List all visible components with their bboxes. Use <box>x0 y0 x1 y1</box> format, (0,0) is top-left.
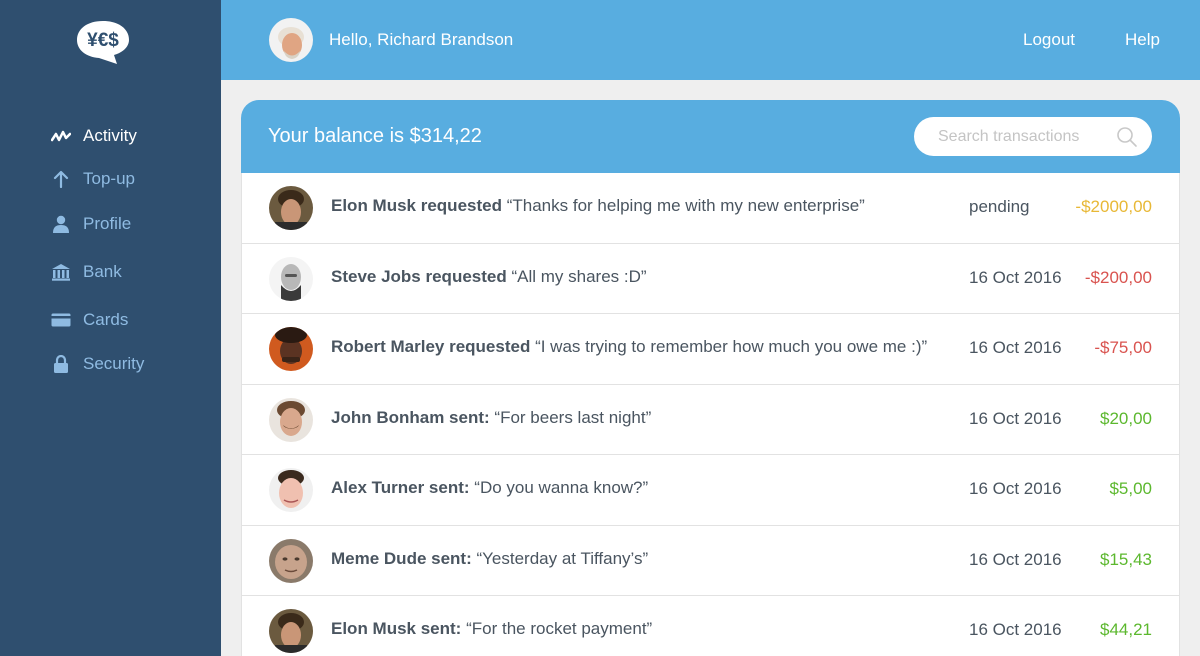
transaction-amount: $5,00 <box>1109 479 1152 498</box>
transaction-description: Meme Dude sent: “Yesterday at Tiffany’s” <box>331 549 648 569</box>
transaction-status: 16 Oct 2016 <box>969 620 1062 639</box>
sidebar-item-activity[interactable]: Activity <box>50 121 137 151</box>
transaction-row[interactable]: Elon Musk requested “Thanks for helping … <box>242 173 1179 244</box>
sidebar-item-label: Cards <box>83 310 129 329</box>
transaction-description: Steve Jobs requested “All my shares :D” <box>331 267 647 287</box>
transaction-amount: $15,43 <box>1100 549 1152 569</box>
transaction-message: “Thanks for helping me with my new enter… <box>506 196 865 215</box>
transaction-amount: -$2000,00 <box>1075 197 1152 216</box>
card-icon <box>50 309 72 331</box>
logout-link[interactable]: Logout <box>1023 30 1075 50</box>
transaction-status: 16 Oct 2016 <box>969 408 1062 428</box>
transaction-name: John Bonham sent: <box>331 407 490 427</box>
avatar <box>269 186 313 230</box>
transaction-message: “All my shares :D” <box>511 266 647 286</box>
balance-text: Your balance is $314,22 <box>268 125 482 147</box>
transaction-row[interactable]: Meme Dude sent: “Yesterday at Tiffany’s”… <box>242 526 1179 596</box>
transaction-row[interactable]: Alex Turner sent: “Do you wanna know?” 1… <box>242 455 1179 526</box>
search-icon[interactable] <box>1116 126 1138 148</box>
transaction-description: Elon Musk requested “Thanks for helping … <box>331 196 865 216</box>
transaction-status: 16 Oct 2016 <box>969 338 1062 357</box>
transaction-name: Elon Musk requested <box>331 196 502 215</box>
transaction-amount: $44,21 <box>1100 620 1152 639</box>
sidebar-item-label: Activity <box>83 126 137 145</box>
avatar[interactable] <box>269 18 313 62</box>
activity-icon <box>50 125 72 147</box>
sidebar-item-top-up[interactable]: Top-up <box>50 164 135 194</box>
transaction-amount: -$75,00 <box>1094 338 1152 357</box>
transaction-name: Alex Turner sent: <box>331 478 470 497</box>
transaction-name: Robert Marley requested <box>331 337 531 356</box>
sidebar-item-label: Profile <box>83 214 132 233</box>
transaction-amount: -$200,00 <box>1084 267 1152 287</box>
transaction-status: 16 Oct 2016 <box>969 549 1062 569</box>
transaction-description: Elon Musk sent: “For the rocket payment” <box>331 619 652 639</box>
transaction-list: Elon Musk requested “Thanks for helping … <box>241 173 1180 656</box>
transaction-message: “For the rocket payment” <box>466 619 653 638</box>
transaction-row[interactable]: John Bonham sent: “For beers last night”… <box>242 385 1179 455</box>
transaction-name: Steve Jobs requested <box>331 266 507 286</box>
transaction-message: “Yesterday at Tiffany’s” <box>476 548 649 568</box>
sidebar-item-security[interactable]: Security <box>50 349 144 379</box>
sidebar-item-label: Top-up <box>83 169 135 188</box>
transaction-description: Robert Marley requested “I was trying to… <box>331 337 927 357</box>
arrow-up-icon <box>50 168 72 190</box>
avatar <box>269 538 313 583</box>
avatar <box>269 468 313 512</box>
sidebar-item-label: Bank <box>83 262 122 281</box>
transaction-name: Elon Musk sent: <box>331 619 462 638</box>
user-icon <box>50 213 72 235</box>
sidebar-item-cards[interactable]: Cards <box>50 305 128 335</box>
search-input[interactable] <box>938 117 1113 156</box>
avatar <box>269 609 313 653</box>
transaction-row[interactable]: Robert Marley requested “I was trying to… <box>242 314 1179 385</box>
bank-icon <box>50 261 72 283</box>
logo[interactable]: ¥€$ <box>75 19 131 65</box>
transaction-message: “For beers last night” <box>494 407 652 427</box>
avatar <box>269 397 313 442</box>
sidebar-item-bank[interactable]: Bank <box>50 257 122 287</box>
avatar <box>269 327 313 371</box>
panel-header: Your balance is $314,22 <box>241 100 1180 173</box>
logo-text: ¥€$ <box>87 30 119 51</box>
lock-icon <box>50 353 72 375</box>
logo-icon: ¥€$ <box>77 21 129 64</box>
transaction-row[interactable]: Elon Musk sent: “For the rocket payment”… <box>242 596 1179 656</box>
activity-panel: Your balance is $314,22 Elon Musk reques… <box>241 100 1180 656</box>
avatar <box>269 256 313 301</box>
help-link[interactable]: Help <box>1125 30 1160 50</box>
transaction-description: John Bonham sent: “For beers last night” <box>331 408 651 428</box>
sidebar-item-label: Security <box>83 354 145 373</box>
greeting-text: Hello, Richard Brandson <box>329 30 514 49</box>
transaction-status: pending <box>969 197 1030 216</box>
sidebar-item-profile[interactable]: Profile <box>50 209 131 239</box>
transaction-amount: $20,00 <box>1100 408 1152 428</box>
sidebar: ¥€$ Activity Top-up Profile Bank Cards S… <box>0 0 221 656</box>
transaction-description: Alex Turner sent: “Do you wanna know?” <box>331 478 648 498</box>
transaction-name: Meme Dude sent: <box>331 548 472 568</box>
transaction-message: “Do you wanna know?” <box>474 478 649 497</box>
transaction-status: 16 Oct 2016 <box>969 479 1062 498</box>
search-box <box>914 117 1152 156</box>
transaction-status: 16 Oct 2016 <box>969 267 1062 287</box>
transaction-row[interactable]: Steve Jobs requested “All my shares :D” … <box>242 244 1179 314</box>
top-bar: Hello, Richard Brandson Logout Help <box>221 0 1200 80</box>
transaction-message: “I was trying to remember how much you o… <box>535 337 928 356</box>
